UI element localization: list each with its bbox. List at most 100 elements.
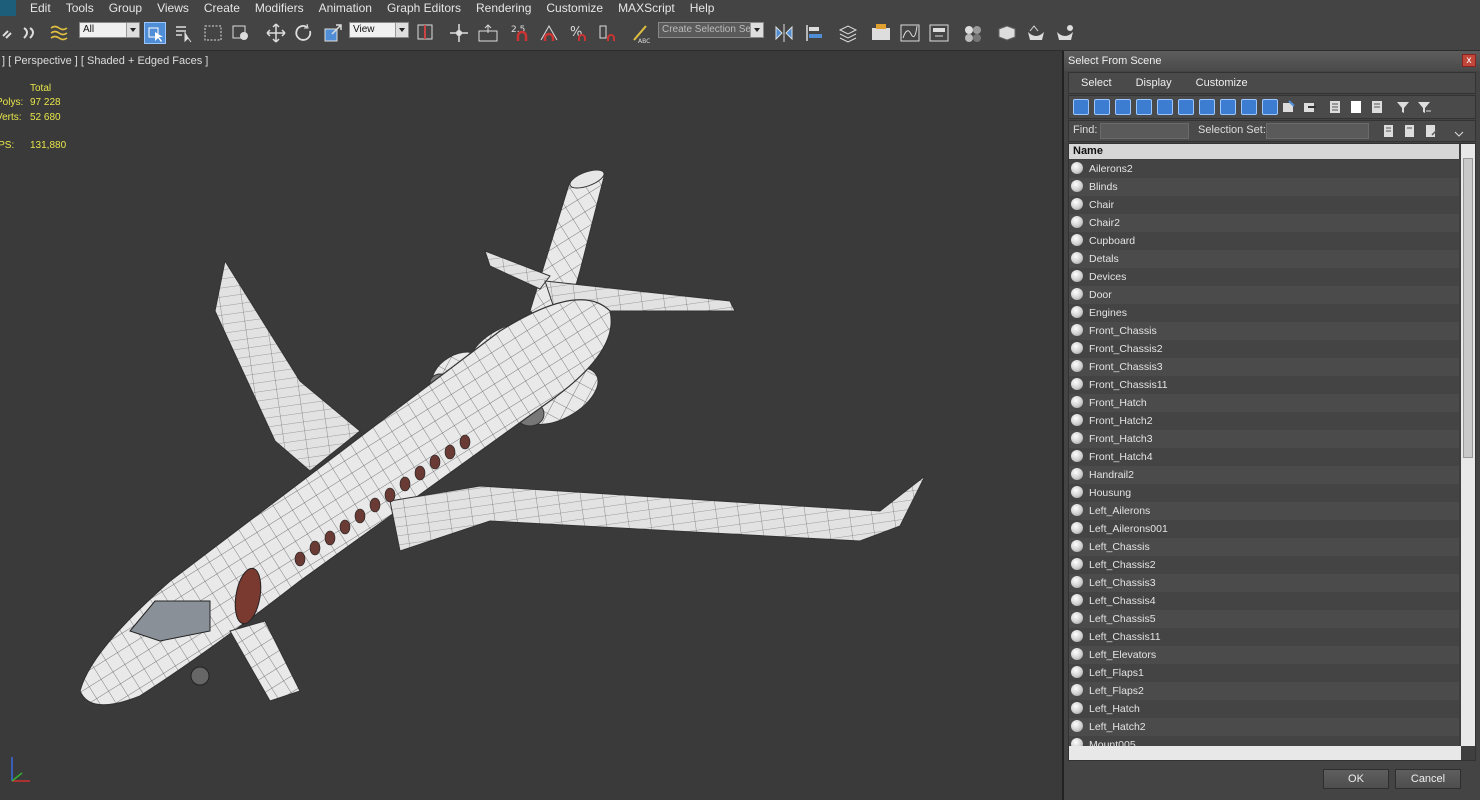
list-item[interactable]: Left_Chassis11 [1069,628,1459,646]
ok-button[interactable]: OK [1323,769,1389,789]
schematic-view-icon[interactable] [928,22,950,44]
dialog-menu-customize[interactable]: Customize [1184,77,1260,89]
list-item[interactable]: Front_Chassis11 [1069,376,1459,394]
list-item[interactable]: Ailerons2 [1069,160,1459,178]
list-item[interactable]: Front_Hatch4 [1069,448,1459,466]
pivot-center-icon[interactable] [415,22,437,44]
rendered-frame-window-icon[interactable] [1025,22,1047,44]
selection-set-remove-icon[interactable] [1402,123,1418,139]
display-lights-icon[interactable] [1115,99,1131,115]
list-item[interactable]: Blinds [1069,178,1459,196]
list-item[interactable]: Left_Chassis [1069,538,1459,556]
material-editor-icon[interactable] [962,22,984,44]
percent-snap-icon[interactable]: % [568,22,590,44]
display-xrefs-icon[interactable] [1220,99,1236,115]
display-space-warps-icon[interactable] [1178,99,1194,115]
scrollbar-thumb[interactable] [1463,158,1473,458]
spinner-snap-icon[interactable] [597,22,619,44]
select-none-icon[interactable] [1348,99,1364,115]
list-item[interactable]: Front_Chassis3 [1069,358,1459,376]
list-item[interactable]: Chair [1069,196,1459,214]
render-setup-icon[interactable] [996,22,1018,44]
list-item[interactable]: Door [1069,286,1459,304]
move-icon[interactable] [265,22,287,44]
scale-icon[interactable] [322,22,344,44]
scene-object-list[interactable]: Name Ailerons2 Blinds Chair Chair2 Cupboard D… [1068,143,1476,761]
list-item[interactable]: Front_Hatch3 [1069,430,1459,448]
cancel-button[interactable]: Cancel [1395,769,1461,789]
list-item[interactable]: Detals [1069,250,1459,268]
select-invert-icon[interactable] [1369,99,1385,115]
horizontal-scrollbar[interactable] [1069,746,1461,760]
display-frozen-icon[interactable] [1281,99,1297,115]
toggle-ribbon-icon[interactable] [870,22,892,44]
list-item[interactable]: Left_Elevators [1069,646,1459,664]
list-item[interactable]: Handrail2 [1069,466,1459,484]
advanced-filter-icon[interactable] [1416,99,1432,115]
menu-maxscript[interactable]: MAXScript [612,0,684,16]
menu-graph-editors[interactable]: Graph Editors [381,0,470,16]
list-item[interactable]: Devices [1069,268,1459,286]
mirror-icon[interactable] [773,22,795,44]
list-item[interactable]: Front_Hatch2 [1069,412,1459,430]
chevron-down-icon[interactable] [1451,124,1467,140]
selection-set-add-icon[interactable] [1381,123,1397,139]
menu-tools[interactable]: Tools [60,0,103,16]
select-manipulate-icon[interactable] [448,22,470,44]
menu-rendering[interactable]: Rendering [470,0,540,16]
select-by-name-icon[interactable] [173,22,195,44]
perspective-viewport[interactable]: ] [ Perspective ] [ Shaded + Edged Faces… [0,51,1062,800]
selection-filter-dropdown[interactable]: All [79,22,140,38]
menu-edit[interactable]: Edit [24,0,60,16]
display-bones-icon[interactable] [1241,99,1257,115]
list-item[interactable]: Cupboard [1069,232,1459,250]
link-icon[interactable] [0,22,22,44]
align-icon[interactable] [803,22,825,44]
list-item[interactable]: Left_Ailerons001 [1069,520,1459,538]
selection-set-edit-icon[interactable] [1423,123,1439,139]
list-item[interactable]: Front_Hatch [1069,394,1459,412]
vertical-scrollbar[interactable] [1461,144,1475,746]
app-icon[interactable] [0,0,16,16]
list-item[interactable]: Front_Chassis [1069,322,1459,340]
named-selection-sets-dropdown[interactable]: Create Selection Se [658,22,764,38]
viewport-label[interactable]: ] [ Perspective ] [ Shaded + Edged Faces… [2,55,208,67]
rotate-icon[interactable] [293,22,315,44]
airplane-model[interactable] [60,111,960,731]
menu-group[interactable]: Group [103,0,151,16]
display-hidden-icon[interactable] [1302,99,1318,115]
display-groups-icon[interactable] [1199,99,1215,115]
menu-create[interactable]: Create [198,0,249,16]
unlink-icon[interactable] [20,22,42,44]
dialog-menu-display[interactable]: Display [1124,77,1184,89]
find-input[interactable] [1100,123,1189,139]
display-shapes-icon[interactable] [1094,99,1110,115]
select-object-icon[interactable] [144,22,166,44]
list-item[interactable]: Left_Hatch2 [1069,718,1459,736]
dialog-menu-select[interactable]: Select [1069,77,1124,89]
select-all-icon[interactable] [1327,99,1343,115]
menu-customize[interactable]: Customize [540,0,612,16]
edit-named-selection-icon[interactable]: ABC [630,22,652,45]
list-item[interactable]: Left_Chassis5 [1069,610,1459,628]
list-item[interactable]: Left_Chassis3 [1069,574,1459,592]
menu-animation[interactable]: Animation [313,0,381,16]
snaps-toggle-icon[interactable]: 2.5 [510,22,532,44]
display-helpers-icon[interactable] [1157,99,1173,115]
keyboard-shortcut-override-icon[interactable] [477,22,499,44]
list-item[interactable]: Left_Hatch [1069,700,1459,718]
rectangular-selection-icon[interactable] [202,22,224,44]
close-icon[interactable]: x [1462,54,1476,67]
display-geometry-icon[interactable] [1073,99,1089,115]
bind-space-warp-icon[interactable] [48,22,70,44]
list-item[interactable]: Engines [1069,304,1459,322]
display-cameras-icon[interactable] [1136,99,1152,115]
list-item[interactable]: Front_Chassis2 [1069,340,1459,358]
menu-views[interactable]: Views [151,0,198,16]
dialog-title-bar[interactable]: Select From Scene x [1064,51,1480,71]
list-item[interactable]: Housung [1069,484,1459,502]
filter-icon[interactable] [1395,99,1411,115]
render-production-icon[interactable] [1054,22,1076,44]
menu-modifiers[interactable]: Modifiers [249,0,313,16]
curve-editor-icon[interactable] [899,22,921,44]
